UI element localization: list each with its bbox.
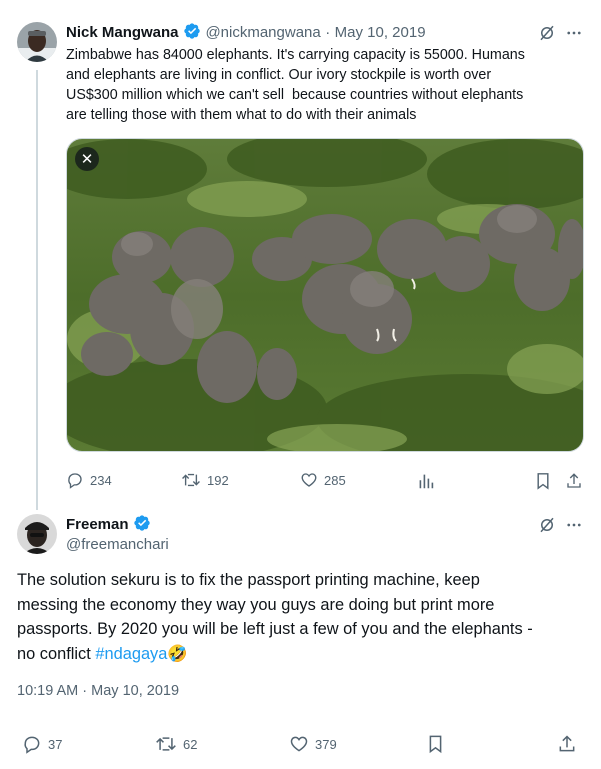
- retweet-button[interactable]: 62: [155, 734, 197, 754]
- reply-button[interactable]: 37: [22, 734, 62, 754]
- rofl-emoji: 🤣: [167, 644, 188, 663]
- tweet-text-line-last: no conflict #ndagaya🤣: [17, 642, 587, 667]
- retweet-count: 62: [183, 736, 198, 752]
- retweet-icon: [181, 471, 201, 489]
- tweet-text-line: messing the economy they way you guys ar…: [17, 595, 495, 614]
- hashtag-link[interactable]: #ndagaya: [95, 645, 167, 663]
- author-name[interactable]: Nick Mangwana: [66, 24, 179, 41]
- like-button[interactable]: 379: [289, 734, 337, 754]
- like-count: 379: [315, 736, 337, 752]
- author-handle[interactable]: @freemanchari: [66, 535, 169, 555]
- tweet-text-line: passports. By 2020 you will be left just…: [17, 620, 533, 638]
- views-icon[interactable]: [416, 471, 436, 491]
- like-icon: [289, 734, 309, 754]
- bookmark-icon[interactable]: [533, 471, 553, 491]
- like-button[interactable]: 285: [300, 471, 346, 489]
- reply-button[interactable]: 234: [66, 471, 112, 489]
- share-icon[interactable]: [563, 471, 585, 491]
- tweet1-header: Nick Mangwana @nickmangwana · May 10, 20…: [66, 22, 426, 46]
- retweet-button[interactable]: 192: [181, 471, 229, 489]
- retweet-icon: [155, 734, 177, 754]
- tweet-date[interactable]: May 10, 2019: [335, 24, 426, 41]
- tweet1-text: Zimbabwe has 84000 elephants. It's carry…: [66, 45, 596, 125]
- tweet-timestamp[interactable]: 10:19 AM · May 10, 2019: [17, 681, 179, 701]
- retweet-count: 192: [207, 472, 229, 488]
- author-handle[interactable]: @nickmangwana: [205, 24, 320, 41]
- tweet-photo-elephants[interactable]: ✕: [66, 138, 584, 452]
- tweet-text-line: Zimbabwe has 84000 elephants. It's carry…: [66, 47, 525, 63]
- header-separator: ·: [325, 24, 331, 41]
- reply-count: 37: [48, 736, 63, 752]
- reply-icon: [66, 471, 84, 489]
- more-icon[interactable]: [563, 22, 585, 44]
- grok-icon[interactable]: [536, 22, 558, 44]
- reply-icon: [22, 734, 42, 754]
- tweet-text-line: US$300 million which we can't sell becau…: [66, 87, 524, 103]
- reply-count: 234: [90, 472, 112, 488]
- close-icon[interactable]: ✕: [75, 147, 99, 171]
- tweet-text-line: and elephants are living in conflict. Ou…: [66, 67, 492, 83]
- like-count: 285: [324, 472, 346, 488]
- avatar-nick-mangwana[interactable]: [17, 22, 57, 62]
- share-icon[interactable]: [556, 734, 578, 754]
- tweet2-text: The solution sekuru is to fix the passpo…: [17, 568, 587, 666]
- tweet-text-line: are telling those with them what to do w…: [66, 107, 417, 123]
- like-icon: [300, 471, 318, 489]
- verified-badge-icon: [183, 22, 201, 46]
- thread-connector-line: [36, 70, 38, 510]
- author-name[interactable]: Freeman: [66, 516, 129, 533]
- more-icon[interactable]: [563, 514, 585, 536]
- tweet-text-segment: no conflict: [17, 644, 96, 663]
- avatar-freeman[interactable]: [17, 514, 57, 554]
- grok-icon[interactable]: [536, 514, 558, 536]
- tweet-text-line: The solution sekuru is to fix the passpo…: [17, 571, 480, 589]
- bookmark-icon[interactable]: [424, 734, 446, 754]
